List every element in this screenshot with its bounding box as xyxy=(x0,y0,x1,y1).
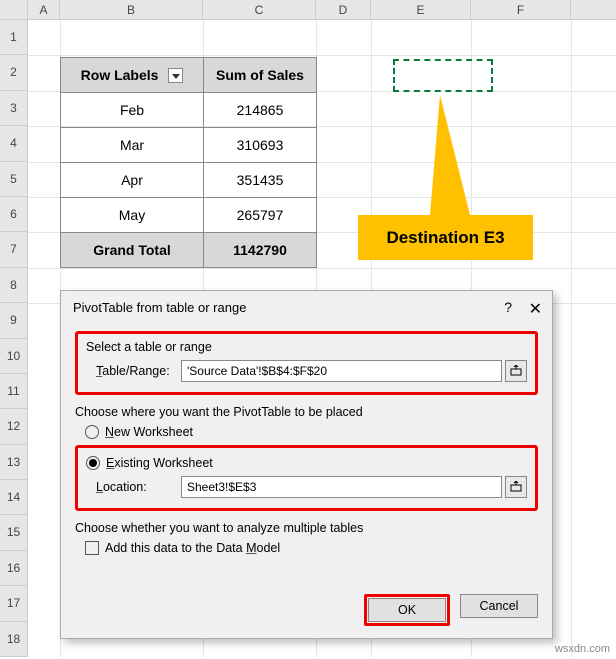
row-header-16[interactable]: 16 xyxy=(0,551,28,586)
col-header-C[interactable]: C xyxy=(203,0,316,19)
row-header-17[interactable]: 17 xyxy=(0,586,28,621)
pivot-total-label[interactable]: Grand Total xyxy=(61,233,204,268)
row-header-9[interactable]: 9 xyxy=(0,303,28,338)
row-header-7[interactable]: 7 xyxy=(0,232,28,267)
new-worksheet-option[interactable]: New Worksheet xyxy=(85,425,538,439)
col-header-E[interactable]: E xyxy=(371,0,471,19)
row-header-14[interactable]: 14 xyxy=(0,480,28,515)
existing-worksheet-label: Existing Worksheet xyxy=(106,456,213,470)
pivot-label[interactable]: Feb xyxy=(61,93,204,128)
dialog-title: PivotTable from table or range xyxy=(61,291,552,319)
dialog-help-icon[interactable]: ? xyxy=(504,299,512,315)
pivot-label[interactable]: Mar xyxy=(61,128,204,163)
pivot-value[interactable]: 214865 xyxy=(204,93,317,128)
pivot-table: Row Labels Sum of Sales Feb 214865 Mar 3… xyxy=(60,57,317,268)
placement-label: Choose where you want the PivotTable to … xyxy=(75,405,538,419)
row-header-8[interactable]: 8 xyxy=(0,268,28,303)
pivot-value[interactable]: 310693 xyxy=(204,128,317,163)
radio-icon xyxy=(86,456,100,470)
pivot-header-rowlabels[interactable]: Row Labels xyxy=(61,58,204,93)
collapse-range-icon[interactable] xyxy=(505,360,527,382)
pivot-label[interactable]: Apr xyxy=(61,163,204,198)
row-headers: 1 2 3 4 5 6 7 8 9 10 11 12 13 14 15 16 1… xyxy=(0,20,28,657)
location-label: Location: xyxy=(86,480,181,494)
pivottable-dialog: PivotTable from table or range ? ✕ Selec… xyxy=(60,290,553,639)
row-header-11[interactable]: 11 xyxy=(0,374,28,409)
ok-highlight: OK xyxy=(364,594,450,626)
table-row: Apr 351435 xyxy=(61,163,317,198)
existing-worksheet-option[interactable]: Existing Worksheet xyxy=(86,456,527,470)
row-header-18[interactable]: 18 xyxy=(0,622,28,657)
dialog-footer: OK Cancel xyxy=(364,594,538,626)
pivot-header-rowlabels-text: Row Labels xyxy=(81,67,159,83)
row-header-1[interactable]: 1 xyxy=(0,20,28,55)
close-icon[interactable]: ✕ xyxy=(529,299,542,319)
row-header-10[interactable]: 10 xyxy=(0,339,28,374)
row-header-5[interactable]: 5 xyxy=(0,162,28,197)
location-input[interactable] xyxy=(181,476,502,498)
col-header-A[interactable]: A xyxy=(28,0,60,19)
pivot-total-value[interactable]: 1142790 xyxy=(204,233,317,268)
row-header-3[interactable]: 3 xyxy=(0,91,28,126)
row-header-2[interactable]: 2 xyxy=(0,55,28,90)
row-header-6[interactable]: 6 xyxy=(0,197,28,232)
select-all-corner[interactable] xyxy=(0,0,28,19)
row-header-13[interactable]: 13 xyxy=(0,445,28,480)
selection-marquee xyxy=(393,59,493,92)
ok-button[interactable]: OK xyxy=(368,598,446,622)
row-header-15[interactable]: 15 xyxy=(0,515,28,550)
multiple-tables-label: Choose whether you want to analyze multi… xyxy=(75,521,538,535)
pivot-value[interactable]: 351435 xyxy=(204,163,317,198)
add-to-data-model-option[interactable]: Add this data to the Data Model xyxy=(85,541,538,555)
col-header-D[interactable]: D xyxy=(316,0,371,19)
row-labels-dropdown-icon[interactable] xyxy=(168,68,183,83)
select-range-section: Select a table or range Table/Range: xyxy=(75,331,538,395)
row-header-12[interactable]: 12 xyxy=(0,409,28,444)
select-range-label: Select a table or range xyxy=(86,340,527,354)
pivot-value[interactable]: 265797 xyxy=(204,198,317,233)
checkbox-icon xyxy=(85,541,99,555)
cancel-button[interactable]: Cancel xyxy=(460,594,538,618)
table-range-input[interactable] xyxy=(181,360,502,382)
add-to-data-model-label: Add this data to the Data Model xyxy=(105,541,280,555)
pivot-header-sum: Sum of Sales xyxy=(204,58,317,93)
col-header-B[interactable]: B xyxy=(60,0,203,19)
table-range-label: Table/Range: xyxy=(86,364,181,378)
table-row: May 265797 xyxy=(61,198,317,233)
new-worksheet-label: New Worksheet xyxy=(105,425,193,439)
pivot-label[interactable]: May xyxy=(61,198,204,233)
row-header-4[interactable]: 4 xyxy=(0,126,28,161)
table-row-total: Grand Total 1142790 xyxy=(61,233,317,268)
col-header-F[interactable]: F xyxy=(471,0,571,19)
watermark: wsxdn.com xyxy=(555,643,610,655)
callout: Destination E3 xyxy=(358,215,533,260)
table-row: Mar 310693 xyxy=(61,128,317,163)
existing-worksheet-section: Existing Worksheet Location: xyxy=(75,445,538,511)
column-headers: A B C D E F xyxy=(0,0,616,20)
callout-tail xyxy=(430,95,470,215)
radio-icon xyxy=(85,425,99,439)
table-row: Feb 214865 xyxy=(61,93,317,128)
collapse-range-icon[interactable] xyxy=(505,476,527,498)
